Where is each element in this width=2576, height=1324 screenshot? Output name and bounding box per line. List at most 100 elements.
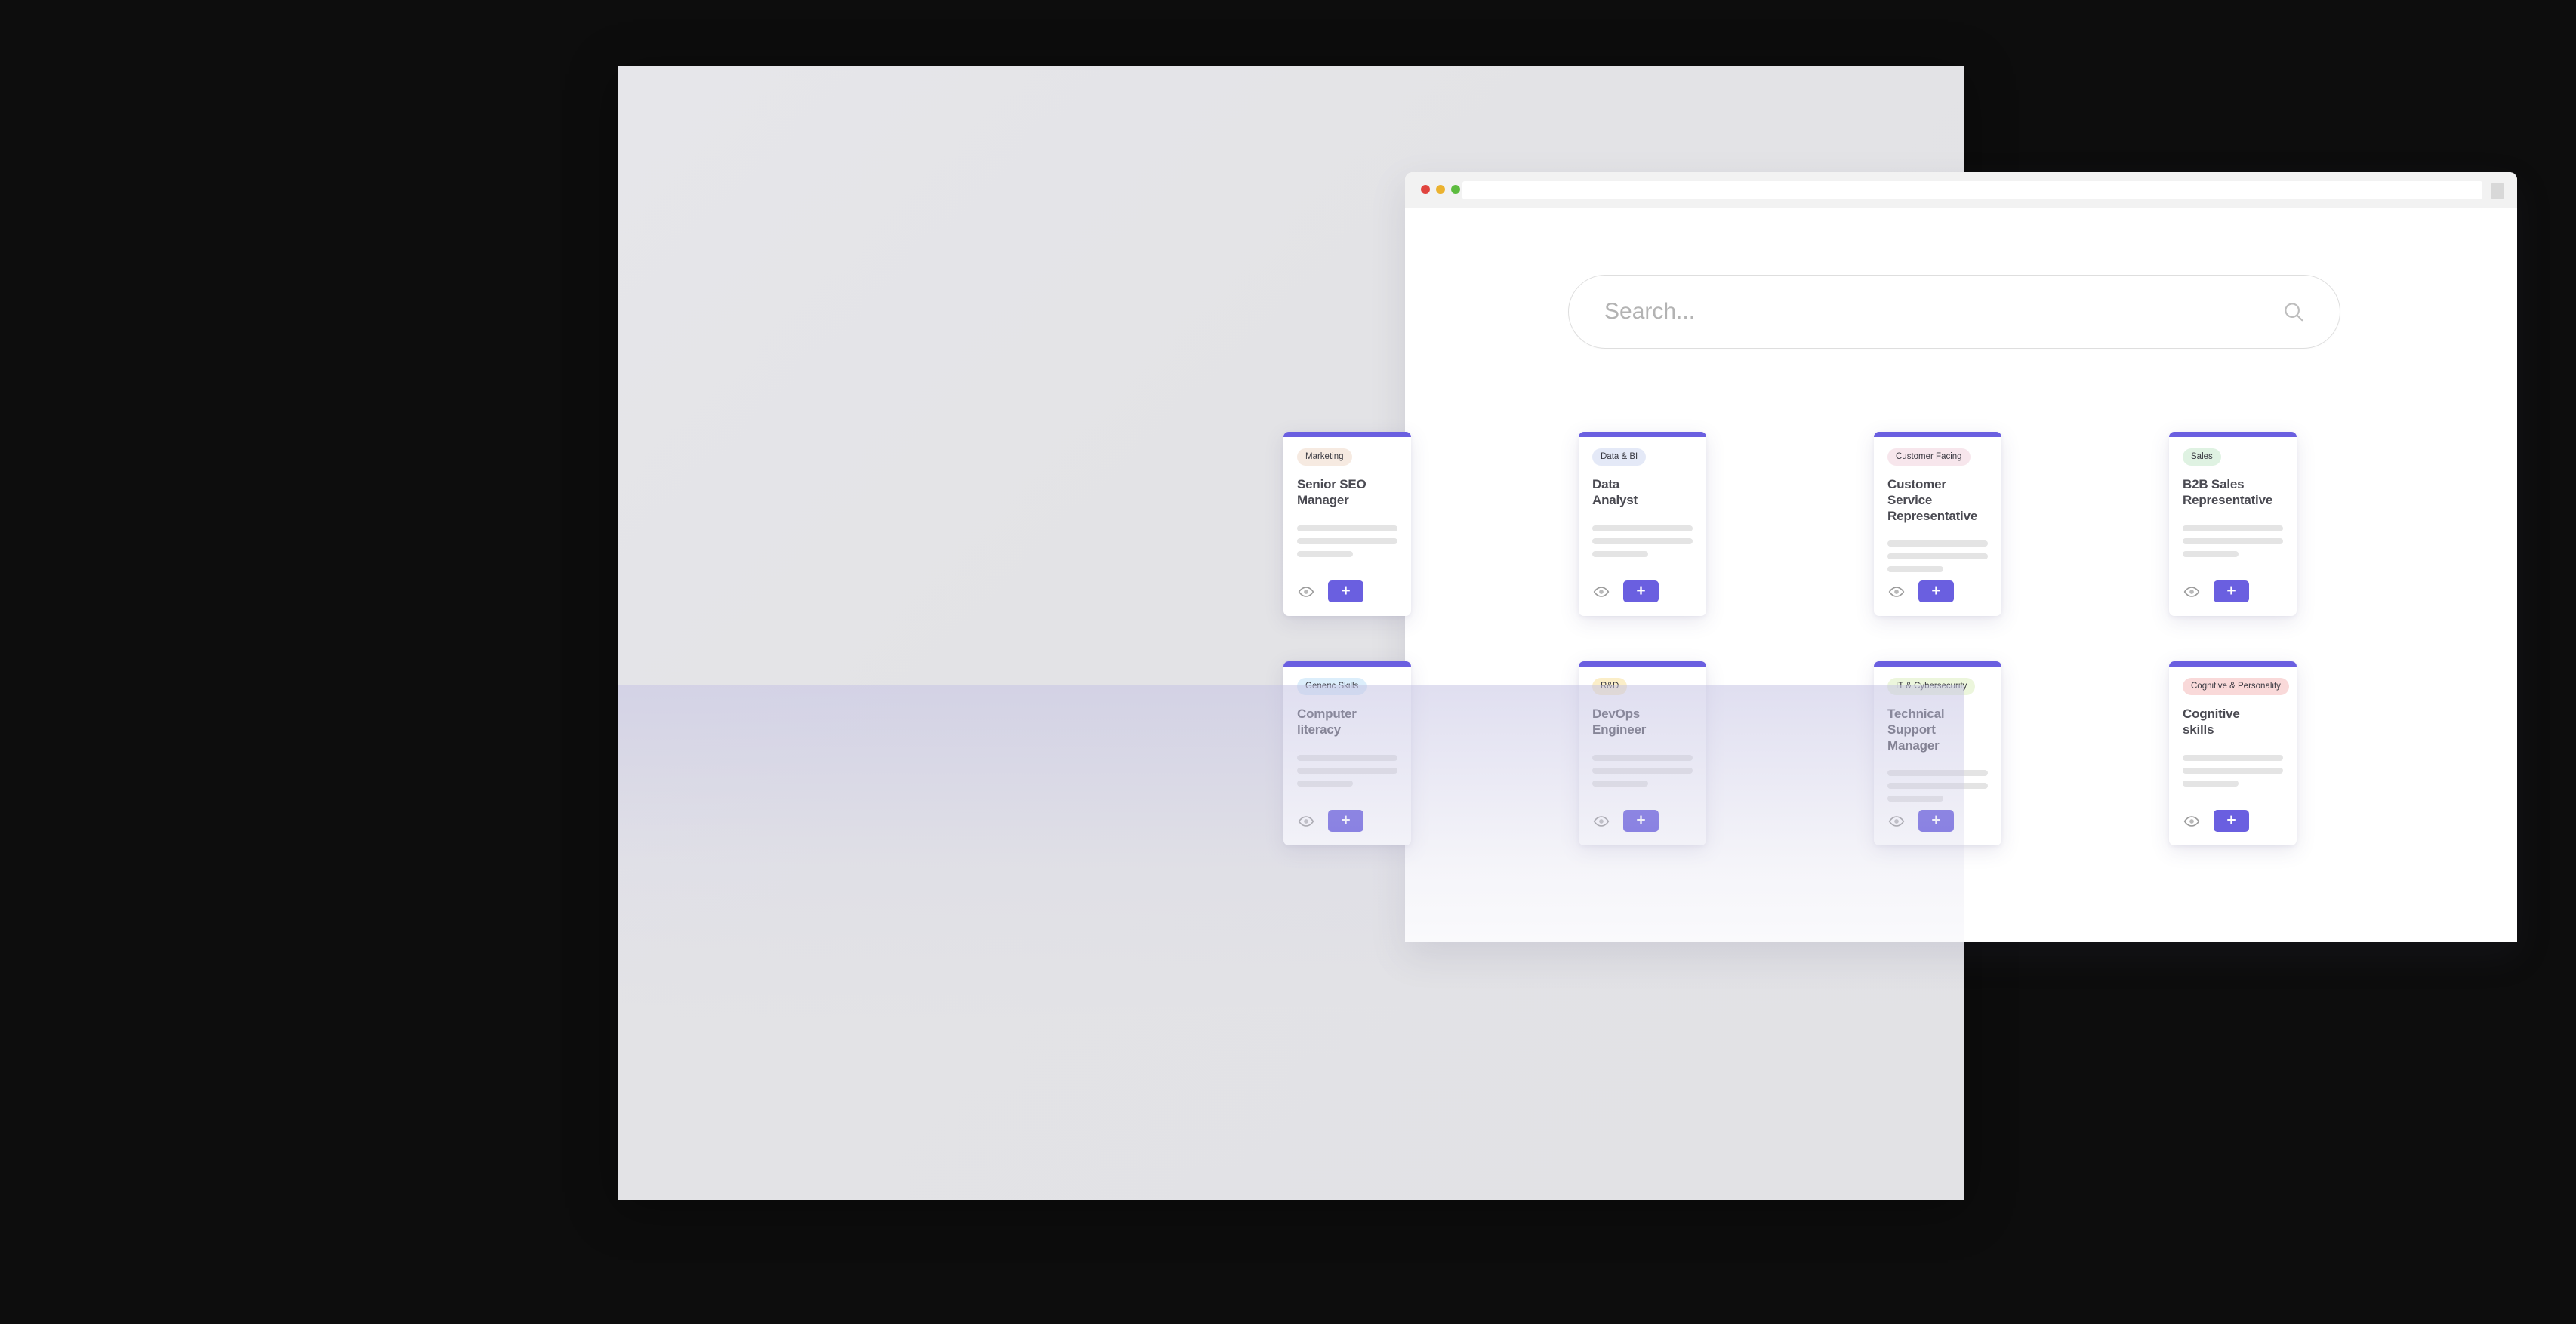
eye-icon[interactable] xyxy=(1592,812,1610,830)
browser-chrome-bar xyxy=(1405,172,2517,208)
add-button[interactable]: + xyxy=(1623,810,1659,832)
skeleton-placeholder xyxy=(1887,770,1988,802)
url-bar[interactable] xyxy=(1462,181,2482,199)
category-badge: Generic Skills xyxy=(1297,678,1367,696)
skeleton-line xyxy=(1592,537,1693,544)
job-card[interactable]: Data & BI Data Analyst + xyxy=(1579,432,1706,616)
category-badge: Data & BI xyxy=(1592,448,1647,466)
app-stage: MarketingSenior SEO Manager+Data & BIDat… xyxy=(618,66,2517,1200)
card-accent-bar xyxy=(1283,661,1411,667)
skeleton-line xyxy=(2183,525,2283,531)
eye-icon[interactable] xyxy=(1887,812,1906,830)
category-badge: Customer Facing xyxy=(1887,448,1971,466)
category-badge: Cognitive & Personality xyxy=(2183,678,2289,696)
skeleton-line xyxy=(1887,796,1944,802)
search-icon[interactable] xyxy=(2281,299,2306,325)
eye-icon[interactable] xyxy=(2183,812,2201,830)
card-title: Computer literacy xyxy=(1297,707,1357,737)
add-button[interactable]: + xyxy=(2214,580,2249,602)
card-title: Cognitive skills xyxy=(2183,707,2240,737)
add-button[interactable]: + xyxy=(1623,580,1659,602)
card-accent-bar xyxy=(2169,432,2297,437)
search-box[interactable] xyxy=(1568,275,2340,349)
skeleton-placeholder xyxy=(1297,754,1397,787)
close-dot[interactable] xyxy=(1421,185,1430,194)
job-card[interactable]: Customer Facing Customer Service Represen… xyxy=(1874,432,2001,616)
skeleton-line xyxy=(1887,783,1988,790)
card-accent-bar xyxy=(2169,661,2297,667)
search-row xyxy=(1568,275,2340,349)
eye-icon[interactable] xyxy=(2183,583,2201,601)
skeleton-line xyxy=(1592,754,1693,761)
card-footer: + xyxy=(1592,810,1693,832)
skeleton-line xyxy=(2183,754,2283,761)
card-footer: + xyxy=(1297,580,1397,602)
skeleton-line xyxy=(1887,553,1988,560)
card-footer: + xyxy=(1887,580,1988,602)
skeleton-line xyxy=(1592,550,1649,557)
card-accent-bar xyxy=(1874,432,2001,437)
skeleton-placeholder xyxy=(2183,754,2283,787)
card-title: B2B Sales Representative xyxy=(2183,477,2273,507)
eye-icon[interactable] xyxy=(1592,583,1610,601)
job-card[interactable]: Generic Skills Computer literacy + xyxy=(1283,661,1411,845)
skeleton-line xyxy=(2183,537,2283,544)
card-footer: + xyxy=(2183,580,2283,602)
category-badge: Marketing xyxy=(1297,448,1352,466)
card-title: Customer Service Representative xyxy=(1887,477,1978,523)
add-button[interactable]: + xyxy=(1328,810,1363,832)
skeleton-line xyxy=(2183,780,2239,787)
add-button[interactable]: + xyxy=(1918,810,1954,832)
card-accent-bar xyxy=(1579,661,1706,667)
card-footer: + xyxy=(2183,810,2283,832)
card-footer: + xyxy=(1592,580,1693,602)
card-title: Senior SEO Manager xyxy=(1297,477,1367,507)
add-button[interactable]: + xyxy=(1918,580,1954,602)
eye-icon[interactable] xyxy=(1887,583,1906,601)
skeleton-line xyxy=(1887,566,1944,573)
skeleton-line xyxy=(1887,770,1988,777)
job-card[interactable]: Marketing Senior SEO Manager + xyxy=(1283,432,1411,616)
skeleton-placeholder xyxy=(1592,525,1693,557)
maximize-dot[interactable] xyxy=(1451,185,1460,194)
skeleton-placeholder xyxy=(1887,540,1988,573)
card-accent-bar xyxy=(1579,432,1706,437)
skeleton-line xyxy=(1297,537,1397,544)
skeleton-line xyxy=(1592,767,1693,774)
eye-icon[interactable] xyxy=(1297,812,1315,830)
skeleton-line xyxy=(2183,550,2239,557)
card-accent-bar xyxy=(1283,432,1411,437)
skeleton-line xyxy=(1297,780,1354,787)
card-footer: + xyxy=(1297,810,1397,832)
job-card[interactable]: Cognitive & Personality Cognitive skills + xyxy=(2169,661,2297,845)
card-title: Data Analyst xyxy=(1592,477,1638,507)
minimize-dot[interactable] xyxy=(1436,185,1445,194)
job-card-grid: Marketing Senior SEO Manager + Data & BI Dat… xyxy=(1283,432,2534,845)
skeleton-line xyxy=(1297,767,1397,774)
menu-square-icon[interactable] xyxy=(2491,183,2504,199)
add-button[interactable]: + xyxy=(1328,580,1363,602)
category-badge: R&D xyxy=(1592,678,1628,696)
skeleton-line xyxy=(1887,540,1988,547)
category-badge: Sales xyxy=(2183,448,2221,466)
category-badge: IT & Cybersecurity xyxy=(1887,678,1976,696)
skeleton-line xyxy=(1297,754,1397,761)
card-accent-bar xyxy=(1874,661,2001,667)
add-button[interactable]: + xyxy=(2214,810,2249,832)
card-footer: + xyxy=(1887,810,1988,832)
card-title: Technical Support Manager xyxy=(1887,707,1945,753)
job-card[interactable]: Sales B2B Sales Representative + xyxy=(2169,432,2297,616)
skeleton-line xyxy=(1592,780,1649,787)
skeleton-placeholder xyxy=(2183,525,2283,557)
skeleton-line xyxy=(1592,525,1693,531)
skeleton-placeholder xyxy=(1592,754,1693,787)
skeleton-line xyxy=(1297,525,1397,531)
job-card[interactable]: R&D DevOps Engineer + xyxy=(1579,661,1706,845)
card-title: DevOps Engineer xyxy=(1592,707,1647,737)
skeleton-line xyxy=(1297,550,1354,557)
window-controls xyxy=(1421,185,1460,194)
eye-icon[interactable] xyxy=(1297,583,1315,601)
job-card[interactable]: IT & Cybersecurity Technical Support Mana… xyxy=(1874,661,2001,845)
search-input[interactable] xyxy=(1569,299,2257,325)
skeleton-line xyxy=(2183,767,2283,774)
